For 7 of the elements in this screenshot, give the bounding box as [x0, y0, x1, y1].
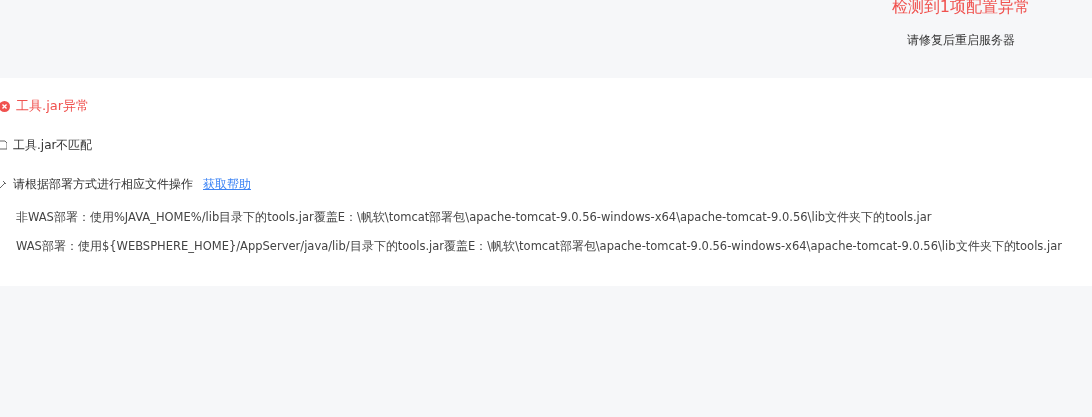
step-text: WAS部署：使用${WEBSPHERE_HOME}/AppServer/java/lib/目录下的tools.jar覆盖E：\帆软\tomcat部署包\apache-tomcat-9.0.56-windows-x64\apache-tomcat-9.0.56\lib文件夹下的tools.jar — [15, 239, 1063, 254]
instruction-text: 请根据部署方式进行相应文件操作 — [13, 175, 193, 193]
step-text: 非WAS部署：使用%JAVA_HOME%/lib目录下的tools.jar覆盖E：\帆软\tomcat部署包\apache-tomcat-9.0.56-windows-x64\apache-tomcat-9.0.56\lib文件夹下的tools.jar — [15, 210, 933, 225]
issue-reason: 工具.jar不匹配 — [13, 136, 93, 154]
page-subtitle: 请修复后重启服务器 — [906, 32, 1015, 49]
help-link[interactable]: 获取帮助 — [203, 175, 251, 193]
issue-title: 工具.jar异常 — [16, 97, 90, 115]
